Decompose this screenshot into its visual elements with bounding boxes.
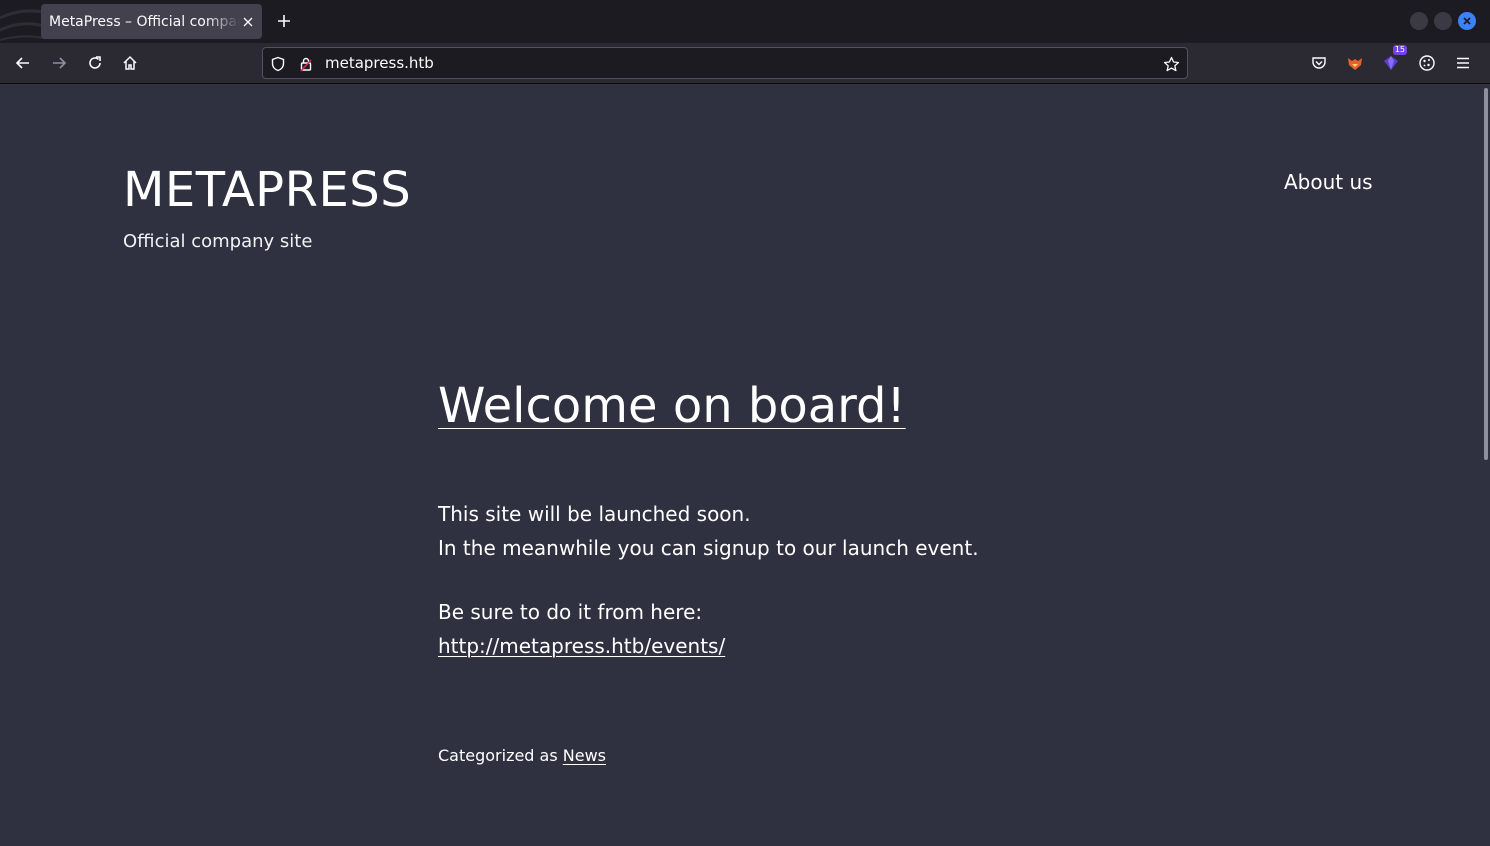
category-prefix: Categorized as xyxy=(438,746,558,765)
hamburger-menu-icon xyxy=(1457,57,1469,69)
minimize-button[interactable] xyxy=(1410,12,1428,30)
home-button[interactable] xyxy=(120,53,140,73)
app-menu-button[interactable] xyxy=(1453,53,1473,73)
shield-icon[interactable] xyxy=(269,55,287,73)
home-icon xyxy=(123,55,137,70)
extension-icon xyxy=(1384,56,1398,70)
category-link[interactable]: News xyxy=(563,746,606,765)
window-close-button[interactable] xyxy=(1458,12,1476,30)
fox-icon xyxy=(1348,58,1362,70)
post-text-line-3: Be sure to do it from here: xyxy=(438,600,703,624)
new-tab-button[interactable] xyxy=(274,11,294,31)
pocket-icon xyxy=(1312,57,1326,69)
site-title[interactable]: METAPRESS xyxy=(123,162,411,218)
extension-button[interactable]: 15 xyxy=(1381,45,1407,73)
forward-arrow-icon xyxy=(53,57,67,69)
back-arrow-icon xyxy=(15,57,29,69)
extension-badge: 15 xyxy=(1392,45,1407,55)
plus-icon xyxy=(278,15,290,27)
events-link[interactable]: http://metapress.htb/events/ xyxy=(438,634,725,658)
forward-button[interactable] xyxy=(49,53,69,73)
url-text[interactable]: metapress.htb xyxy=(325,54,434,72)
nav-about-us-link[interactable]: About us xyxy=(1284,170,1373,194)
navigation-toolbar: metapress.htb 15 xyxy=(0,43,1490,84)
browser-tab[interactable]: MetaPress – Official company site xyxy=(41,4,262,39)
post-text-line-2: In the meanwhile you can signup to our l… xyxy=(438,536,979,560)
star-icon[interactable] xyxy=(1162,55,1180,73)
tabbar-decoration xyxy=(0,9,44,41)
address-bar[interactable]: metapress.htb xyxy=(262,47,1188,79)
foxyproxy-button[interactable] xyxy=(1345,53,1365,73)
cookie-button[interactable] xyxy=(1417,53,1437,73)
page-scrollbar[interactable] xyxy=(1484,88,1488,460)
cookie-icon xyxy=(1419,55,1435,71)
back-button[interactable] xyxy=(13,53,33,73)
reload-button[interactable] xyxy=(85,53,105,73)
pocket-button[interactable] xyxy=(1309,53,1329,73)
site-description: Official company site xyxy=(123,231,313,252)
close-icon xyxy=(1463,17,1471,25)
tab-bar: MetaPress – Official company site xyxy=(0,0,1490,43)
post-title[interactable]: Welcome on board! xyxy=(438,378,906,434)
maximize-button[interactable] xyxy=(1434,12,1452,30)
post-category-meta: Categorized as News xyxy=(438,746,606,765)
post-text-line-1: This site will be launched soon. xyxy=(438,502,751,526)
lock-icon[interactable] xyxy=(297,55,315,73)
tab-title: MetaPress – Official company site xyxy=(49,13,240,30)
page-viewport: METAPRESS Official company site About us… xyxy=(0,84,1490,846)
reload-icon xyxy=(89,56,101,69)
close-tab-icon[interactable] xyxy=(240,14,256,30)
